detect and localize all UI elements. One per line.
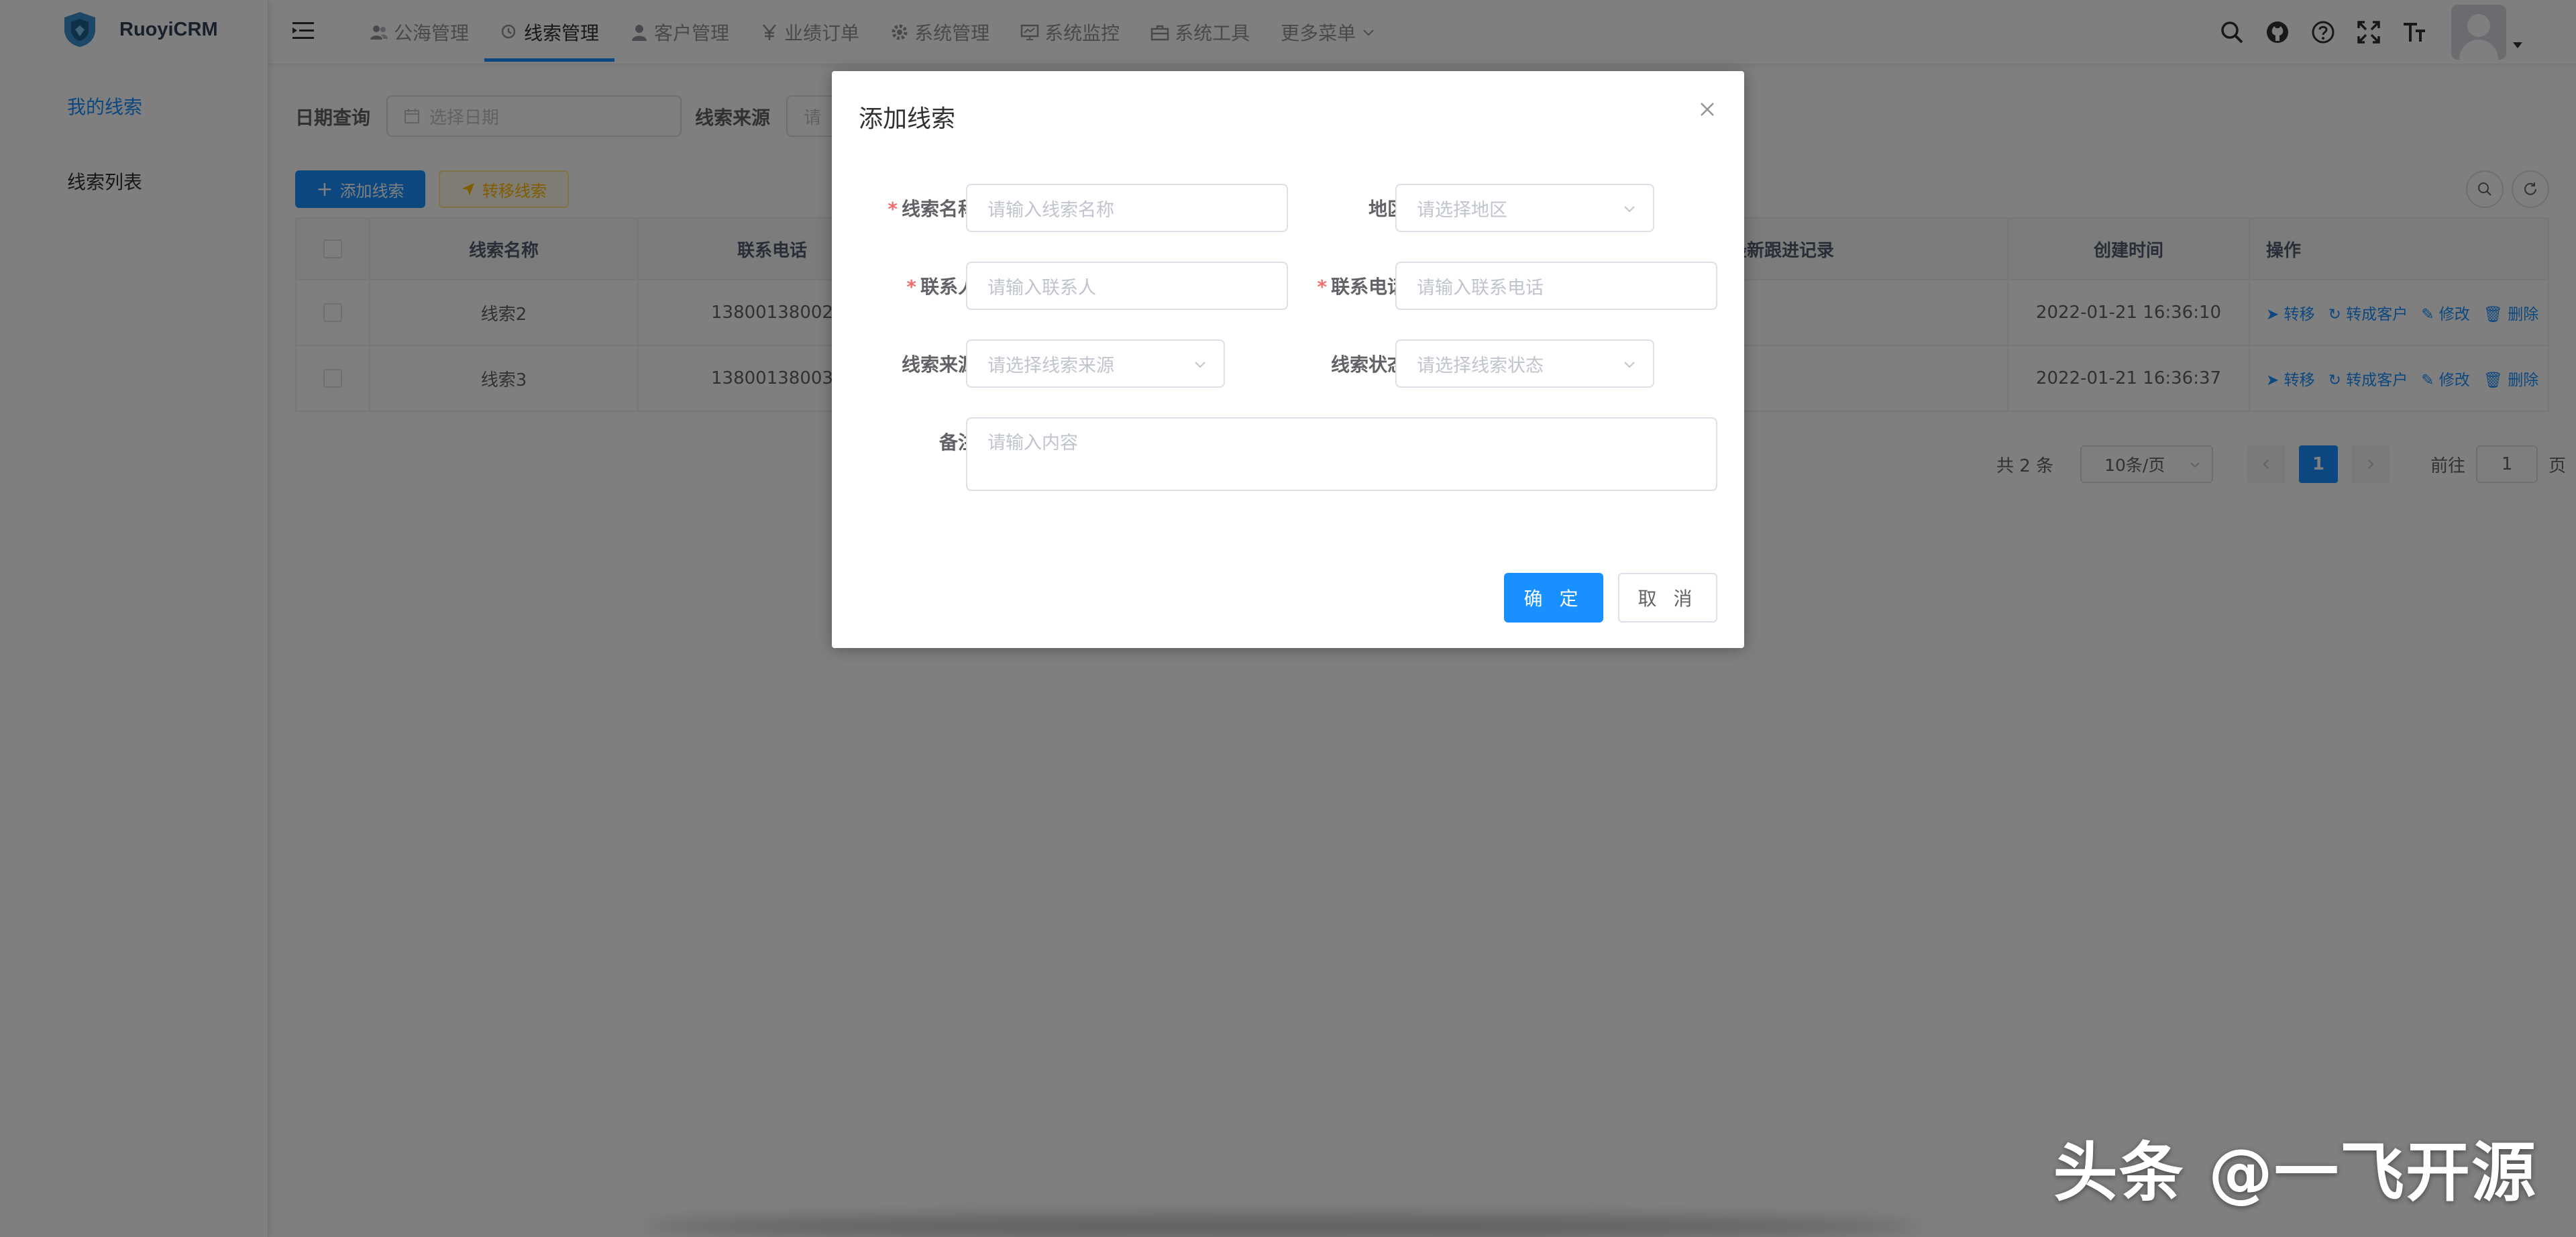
add-clue-dialog: 添加线索 * 线索名称 请输入线索名称 地区 请选择地区 * 联系人 请输入联系人 … bbox=[832, 71, 1744, 648]
chevron-down-icon bbox=[1624, 206, 1635, 213]
watermark: 头条 @一飞开源 bbox=[2053, 1135, 2537, 1210]
contact-input[interactable]: 请输入联系人 bbox=[966, 262, 1288, 310]
region-placeholder: 请选择地区 bbox=[1417, 199, 1507, 221]
remark-label: 备注 bbox=[938, 431, 977, 453]
bottom-shadow bbox=[644, 1216, 1919, 1237]
confirm-button[interactable]: 确 定 bbox=[1504, 573, 1603, 623]
status-select[interactable]: 请选择线索状态 bbox=[1395, 339, 1654, 388]
remark-textarea[interactable]: 请输入内容 bbox=[966, 417, 1717, 491]
phone-label: * 联系电话 bbox=[1288, 272, 1406, 299]
cancel-button[interactable]: 取 消 bbox=[1618, 573, 1717, 623]
phone-input[interactable]: 请输入联系电话 bbox=[1395, 262, 1717, 310]
source-placeholder: 请选择线索来源 bbox=[987, 355, 1114, 376]
source-select[interactable]: 请选择线索来源 bbox=[966, 339, 1225, 388]
chevron-down-icon bbox=[1195, 362, 1205, 368]
required-mark: * bbox=[906, 276, 916, 298]
dialog-title: 添加线索 bbox=[859, 105, 956, 133]
clue-name-label: * 线索名称 bbox=[861, 195, 977, 221]
remark-placeholder: 请输入内容 bbox=[987, 433, 1078, 453]
chevron-down-icon bbox=[1624, 362, 1635, 368]
status-label: 线索状态 bbox=[1330, 354, 1406, 376]
source-label: 线索来源 bbox=[901, 354, 977, 376]
required-mark: * bbox=[888, 198, 898, 220]
clue-name-placeholder: 请输入线索名称 bbox=[987, 199, 1114, 221]
close-icon[interactable] bbox=[1697, 99, 1717, 119]
phone-placeholder: 请输入联系电话 bbox=[1417, 277, 1544, 299]
required-mark: * bbox=[1317, 276, 1327, 298]
contact-label: * 联系人 bbox=[861, 272, 977, 299]
status-placeholder: 请选择线索状态 bbox=[1417, 355, 1544, 376]
contact-placeholder: 请输入联系人 bbox=[987, 277, 1096, 299]
clue-name-input[interactable]: 请输入线索名称 bbox=[966, 184, 1288, 232]
region-select[interactable]: 请选择地区 bbox=[1395, 184, 1654, 232]
